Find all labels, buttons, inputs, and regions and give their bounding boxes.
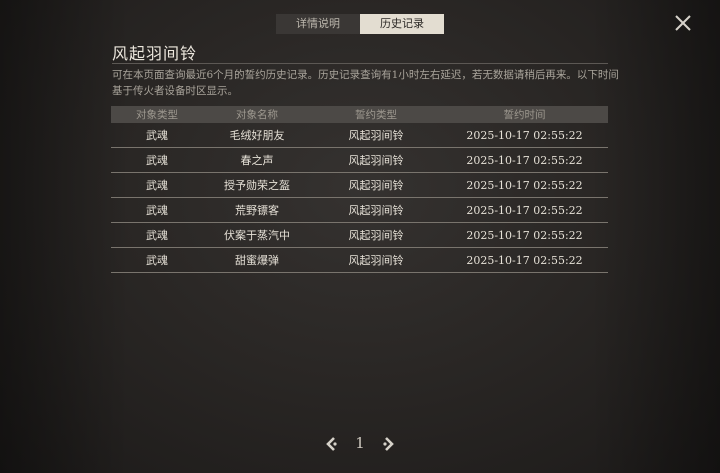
header-object-type: 对象类型 (111, 106, 203, 123)
next-page-button[interactable] (380, 435, 398, 453)
tab-history[interactable]: 历史记录 (360, 14, 444, 34)
table-row: 武魂 伏案于蒸汽中 风起羽间铃 2025-10-17 02:55:22 (111, 222, 608, 248)
cell-pledge: 风起羽间铃 (311, 247, 441, 273)
cell-type: 武魂 (111, 222, 203, 248)
cell-name: 毛绒好朋友 (203, 123, 311, 148)
cell-time: 2025-10-17 02:55:22 (441, 197, 608, 223)
cell-time: 2025-10-17 02:55:22 (441, 123, 608, 148)
cell-name: 伏案于蒸汽中 (203, 222, 311, 248)
cell-name: 荒野镖客 (203, 197, 311, 223)
cell-type: 武魂 (111, 123, 203, 148)
cell-type: 武魂 (111, 172, 203, 198)
header-object-name: 对象名称 (203, 106, 311, 123)
cell-pledge: 风起羽间铃 (311, 123, 441, 148)
cell-type: 武魂 (111, 147, 203, 173)
page-number: 1 (355, 434, 365, 452)
cell-time: 2025-10-17 02:55:22 (441, 247, 608, 273)
cell-name-highlighted: 授予勋荣之盔 (203, 172, 311, 198)
history-table: 对象类型 对象名称 誓约类型 誓约时间 武魂 毛绒好朋友 风起羽间铃 2025-… (111, 106, 608, 273)
header-pledge-time: 誓约时间 (441, 106, 608, 123)
tab-bar: 详情说明 历史记录 (276, 14, 444, 34)
cell-type: 武魂 (111, 197, 203, 223)
header-pledge-type: 誓约类型 (311, 106, 441, 123)
tab-details[interactable]: 详情说明 (276, 14, 360, 34)
cell-name: 春之声 (203, 147, 311, 173)
title-divider (112, 63, 608, 64)
table-row: 武魂 荒野镖客 风起羽间铃 2025-10-17 02:55:22 (111, 197, 608, 223)
cell-pledge: 风起羽间铃 (311, 197, 441, 223)
chevron-left-icon (326, 437, 337, 451)
table-row: 武魂 春之声 风起羽间铃 2025-10-17 02:55:22 (111, 147, 608, 173)
description-text: 可在本页面查询最近6个月的誓约历史记录。历史记录查询有1小时左右延迟，若无数据请… (112, 69, 619, 97)
close-button[interactable] (672, 12, 694, 34)
table-row: 武魂 甜蜜爆弹 风起羽间铃 2025-10-17 02:55:22 (111, 247, 608, 273)
cell-pledge: 风起羽间铃 (311, 172, 441, 198)
cell-time: 2025-10-17 02:55:22 (441, 222, 608, 248)
cell-pledge: 风起羽间铃 (311, 222, 441, 248)
cell-type: 武魂 (111, 247, 203, 273)
cell-time: 2025-10-17 02:55:22 (441, 147, 608, 173)
table-row: 武魂 毛绒好朋友 风起羽间铃 2025-10-17 02:55:22 (111, 123, 608, 148)
cell-time: 2025-10-17 02:55:22 (441, 172, 608, 198)
close-icon (675, 15, 691, 31)
table-row: 武魂 授予勋荣之盔 风起羽间铃 2025-10-17 02:55:22 (111, 172, 608, 198)
prev-page-button[interactable] (322, 435, 340, 453)
page-title: 风起羽间铃 (112, 44, 198, 63)
pagination: 1 (318, 432, 402, 456)
table-header-row: 对象类型 对象名称 誓约类型 誓约时间 (111, 106, 608, 123)
cell-name: 甜蜜爆弹 (203, 247, 311, 273)
cell-pledge: 风起羽间铃 (311, 147, 441, 173)
chevron-right-icon (383, 437, 394, 451)
